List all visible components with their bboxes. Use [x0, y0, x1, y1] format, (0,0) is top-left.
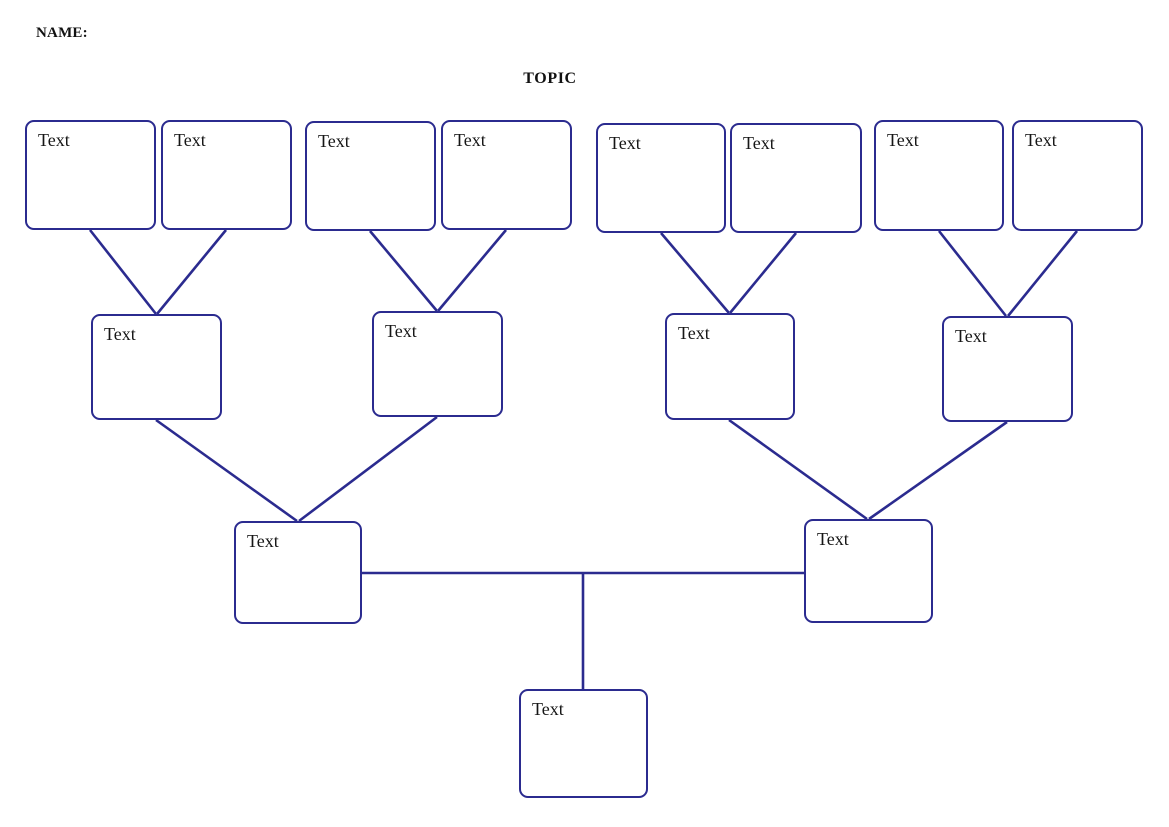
node-label: Text	[955, 326, 987, 346]
node-label: Text	[454, 130, 486, 150]
node-label: Text	[678, 323, 710, 343]
connector-line	[728, 418, 868, 521]
node-label: Text	[174, 130, 206, 150]
connector-line	[660, 232, 730, 314]
node-label: Text	[887, 130, 919, 150]
node-label: Text	[38, 130, 70, 150]
node-label: Text	[385, 321, 417, 341]
connector-line	[937, 230, 1008, 317]
node-box-l2-4[interactable]: Text	[942, 316, 1073, 422]
node-label: Text	[532, 699, 564, 719]
node-box-l1-4[interactable]: Text	[441, 120, 572, 230]
node-label: Text	[247, 531, 279, 551]
connector-line	[437, 229, 507, 312]
node-box-l1-5[interactable]: Text	[596, 123, 726, 233]
node-label: Text	[318, 131, 350, 151]
name-field-label: NAME:	[36, 25, 88, 41]
node-label: Text	[104, 324, 136, 344]
connector-line	[155, 229, 228, 315]
node-label: Text	[1025, 130, 1057, 150]
node-label: Text	[609, 133, 641, 153]
node-box-l1-6[interactable]: Text	[730, 123, 862, 233]
node-box-l1-1[interactable]: Text	[25, 120, 156, 230]
node-box-l1-3[interactable]: Text	[305, 121, 436, 231]
node-box-l2-3[interactable]: Text	[665, 313, 795, 420]
connector-line	[728, 232, 798, 314]
node-box-l4-1[interactable]: Text	[519, 689, 648, 798]
diagram-page: NAME: TOPIC Text Text Text Text Text Text Text…	[0, 0, 1169, 827]
connector-line	[868, 420, 1008, 521]
node-box-l1-2[interactable]: Text	[161, 120, 292, 230]
node-label: Text	[817, 529, 849, 549]
node-box-l1-8[interactable]: Text	[1012, 120, 1143, 231]
node-box-l3-1[interactable]: Text	[234, 521, 362, 624]
connector-line	[1006, 230, 1079, 317]
connector-line	[298, 415, 438, 523]
node-box-l1-7[interactable]: Text	[874, 120, 1004, 231]
page-title: TOPIC	[523, 70, 577, 87]
connector-line	[369, 230, 438, 312]
node-box-l2-2[interactable]: Text	[372, 311, 503, 417]
connector-line	[155, 418, 298, 523]
node-box-l3-2[interactable]: Text	[804, 519, 933, 623]
connector-line	[88, 229, 158, 315]
node-box-l2-1[interactable]: Text	[91, 314, 222, 420]
node-label: Text	[743, 133, 775, 153]
